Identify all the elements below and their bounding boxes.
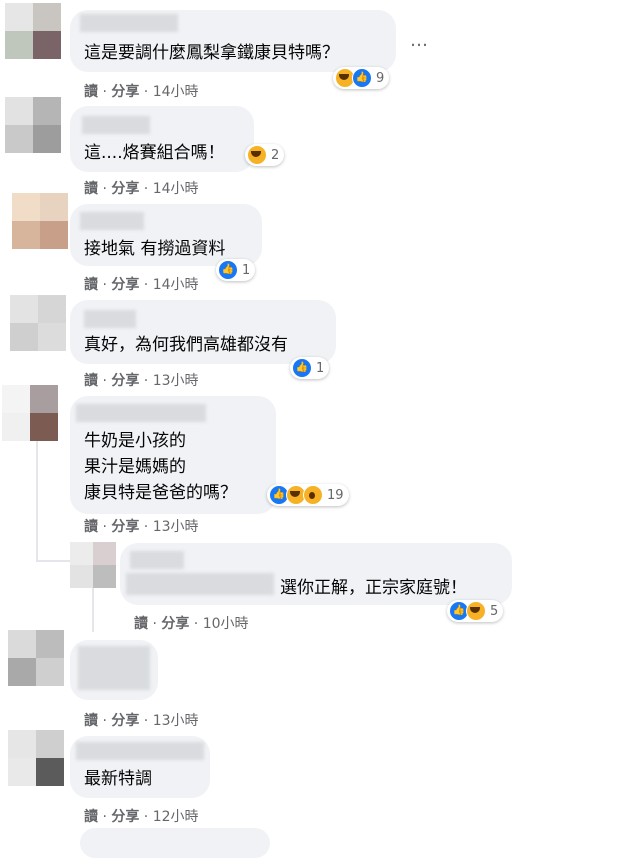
commenter-name[interactable] — [82, 116, 150, 134]
read-link[interactable]: 讀 — [84, 84, 98, 100]
share-link[interactable]: 分享 — [111, 181, 139, 197]
read-link[interactable]: 讀 — [84, 277, 98, 293]
thread-line — [36, 440, 38, 562]
commenter-name[interactable] — [78, 646, 150, 690]
comment-text: 這....烙賽組合嗎！ — [84, 143, 225, 163]
reaction-count: 5 — [490, 603, 499, 619]
comment-text: 真好，為何我們高雄都沒有 — [84, 335, 288, 355]
timestamp[interactable]: 14小時 — [153, 84, 199, 100]
mentioned-name[interactable] — [126, 573, 274, 595]
reaction-summary[interactable]: 👍 9 — [333, 67, 390, 89]
avatar[interactable] — [2, 385, 58, 441]
haha-reaction-icon — [247, 145, 267, 165]
like-reaction-icon: 👍 — [292, 358, 312, 378]
like-reaction-icon: 👍 — [218, 260, 238, 280]
comment-text: 接地氣 有撈過資料 — [84, 239, 226, 259]
comment-text: 這是要調什麼鳳梨拿鐵康貝特嗎？ — [84, 43, 339, 63]
avatar[interactable] — [70, 542, 116, 588]
timestamp[interactable]: 10小時 — [203, 616, 249, 632]
replier-name[interactable] — [130, 551, 184, 569]
comment-actions: 讀 · 分享 · 13小時 — [84, 373, 199, 389]
read-link[interactable]: 讀 — [84, 809, 98, 825]
reaction-count: 1 — [316, 360, 325, 376]
timestamp[interactable]: 12小時 — [153, 809, 199, 825]
reaction-count: 19 — [327, 487, 344, 503]
thread-line-reply — [92, 586, 94, 632]
reply-text: 選你正解，正宗家庭號！ — [280, 578, 467, 598]
read-link[interactable]: 讀 — [84, 373, 98, 389]
share-link[interactable]: 分享 — [111, 809, 139, 825]
reply-actions: 讀 · 分享 · 10小時 — [134, 616, 249, 632]
avatar[interactable] — [12, 193, 68, 249]
comment-actions: 讀 · 分享 · 14小時 — [84, 181, 199, 197]
reaction-summary[interactable]: 👍 5 — [447, 600, 504, 622]
more-options-icon[interactable]: … — [410, 30, 429, 51]
comment-actions: 讀 · 分享 · 14小時 — [84, 277, 199, 293]
timestamp[interactable]: 13小時 — [153, 373, 199, 389]
comment-text: 最新特調 — [84, 769, 152, 789]
reaction-count: 1 — [242, 262, 251, 278]
avatar[interactable] — [10, 295, 66, 351]
comment-actions: 讀 · 分享 · 13小時 — [84, 519, 199, 535]
thread-line-curve — [36, 560, 70, 562]
timestamp[interactable]: 14小時 — [153, 181, 199, 197]
reaction-summary[interactable]: 👍 1 — [216, 259, 256, 281]
commenter-name[interactable] — [76, 742, 204, 760]
reaction-summary[interactable]: 👍 1 — [290, 357, 330, 379]
like-reaction-icon: 👍 — [352, 68, 372, 88]
avatar[interactable] — [8, 730, 64, 786]
timestamp[interactable]: 13小時 — [153, 519, 199, 535]
reaction-summary[interactable]: 👍 19 — [267, 484, 349, 506]
avatar[interactable] — [5, 97, 61, 153]
avatar[interactable] — [5, 3, 61, 59]
next-comment-bubble — [80, 828, 270, 858]
comment-text-line-2: 果汁是媽媽的 — [84, 457, 186, 477]
comment-text-line-3: 康貝特是爸爸的嗎？ — [84, 483, 237, 503]
read-link[interactable]: 讀 — [84, 181, 98, 197]
commenter-name[interactable] — [76, 404, 206, 422]
share-link[interactable]: 分享 — [111, 713, 139, 729]
comment-actions: 讀 · 分享 · 12小時 — [84, 809, 199, 825]
reaction-count: 2 — [271, 147, 280, 163]
share-link[interactable]: 分享 — [111, 277, 139, 293]
wow-reaction-icon — [303, 485, 323, 505]
reaction-count: 9 — [376, 70, 385, 86]
reaction-summary[interactable]: 2 — [245, 144, 285, 166]
share-link[interactable]: 分享 — [161, 616, 189, 632]
share-link[interactable]: 分享 — [111, 84, 139, 100]
timestamp[interactable]: 14小時 — [153, 277, 199, 293]
comment-actions: 讀 · 分享 · 13小時 — [84, 713, 199, 729]
comment-actions: 讀 · 分享 · 14小時 — [84, 84, 199, 100]
commenter-name[interactable] — [80, 14, 178, 32]
share-link[interactable]: 分享 — [111, 373, 139, 389]
timestamp[interactable]: 13小時 — [153, 713, 199, 729]
commenter-name[interactable] — [80, 212, 144, 230]
comment-text-line-1: 牛奶是小孩的 — [84, 431, 186, 451]
read-link[interactable]: 讀 — [134, 616, 148, 632]
avatar[interactable] — [8, 630, 64, 686]
share-link[interactable]: 分享 — [111, 519, 139, 535]
read-link[interactable]: 讀 — [84, 519, 98, 535]
commenter-name[interactable] — [84, 310, 136, 328]
read-link[interactable]: 讀 — [84, 713, 98, 729]
haha-reaction-icon — [466, 601, 486, 621]
